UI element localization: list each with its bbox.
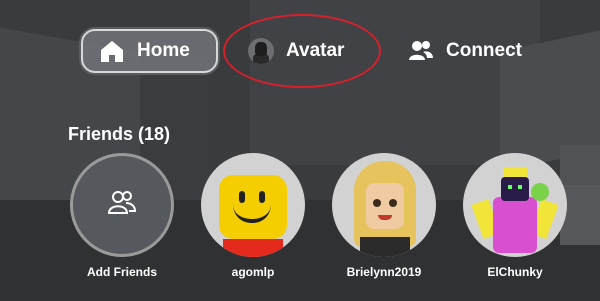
- tab-home-label: Home: [137, 40, 190, 61]
- home-icon: [99, 38, 125, 64]
- avatar-thumbnail-icon: [248, 38, 274, 64]
- top-navigation: Home Avatar Connect: [0, 0, 600, 100]
- friend-name: ElChunky: [487, 265, 543, 279]
- tab-avatar-label: Avatar: [286, 40, 345, 61]
- people-icon: [408, 38, 434, 64]
- friend-elchunky[interactable]: ElChunky: [463, 153, 567, 279]
- tab-connect-label: Connect: [446, 40, 522, 61]
- friend-avatar: [332, 153, 436, 257]
- friend-agomlp[interactable]: agomlp: [201, 153, 305, 279]
- add-friends-icon: [107, 188, 137, 223]
- tab-avatar[interactable]: Avatar: [232, 29, 382, 73]
- friend-name: agomlp: [231, 265, 275, 279]
- friend-brielynn2019[interactable]: Brielynn2019: [332, 153, 436, 279]
- add-friends-button[interactable]: Add Friends: [70, 153, 174, 279]
- tab-connect[interactable]: Connect: [392, 29, 552, 73]
- friend-name: Add Friends: [86, 265, 157, 279]
- friend-name: Brielynn2019: [346, 265, 422, 279]
- friends-section-title: Friends (18): [68, 124, 171, 144]
- tab-home[interactable]: Home: [81, 29, 218, 73]
- add-friends-circle: [70, 153, 174, 257]
- friend-avatar: [201, 153, 305, 257]
- friend-avatar: [463, 153, 567, 257]
